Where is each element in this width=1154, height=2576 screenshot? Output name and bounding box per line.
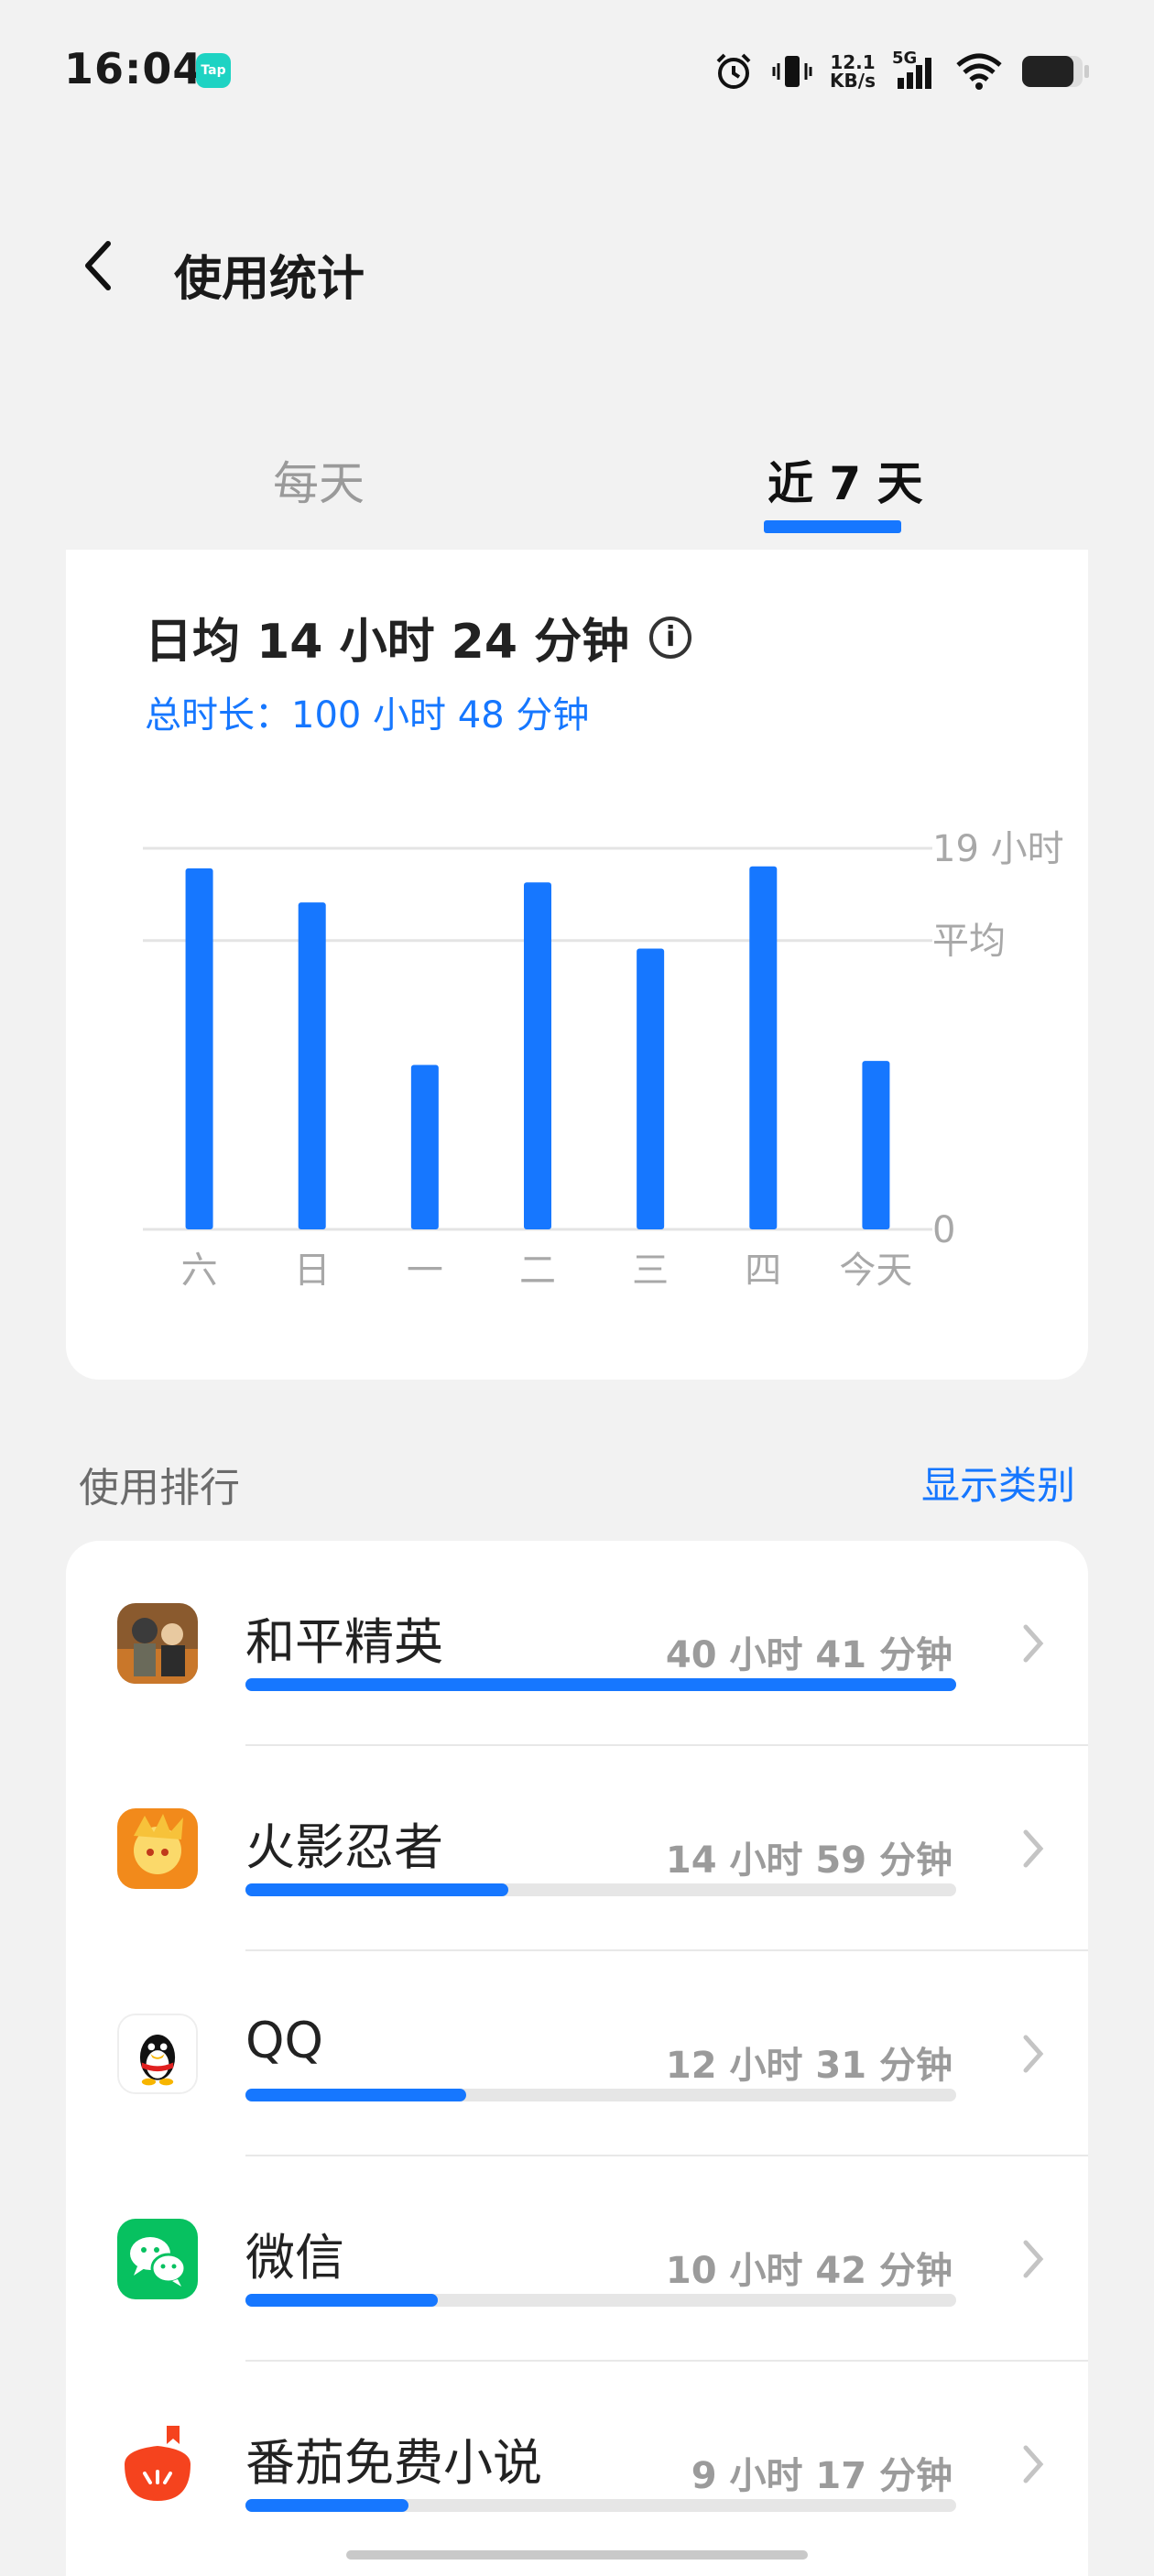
- app-row-wechat[interactable]: 微信 10 小时 42 分钟: [66, 2156, 1088, 2362]
- tab-indicator: [764, 520, 901, 533]
- weekly-bar-chart: 19 小时平均 0 六 日 一 二 三 四 今天: [143, 828, 1064, 1292]
- alarm-icon: [716, 53, 751, 89]
- tab-last-7-days[interactable]: 近 7 天: [768, 447, 923, 513]
- app-usage-time: 9 小时 17 分钟: [691, 2455, 953, 2497]
- usage-bar-fill: [245, 2499, 409, 2512]
- usage-bar-fill: [245, 2294, 438, 2307]
- chevron-left-icon: [85, 241, 111, 290]
- app-name: QQ: [245, 2012, 324, 2069]
- chevron-right-icon: [1023, 1829, 1044, 1868]
- tab-daily[interactable]: 每天: [273, 447, 365, 513]
- qq-icon: [117, 2014, 198, 2094]
- period-tabs: 每天 近 7 天: [0, 431, 1154, 554]
- x-tick-label: 六: [181, 1250, 218, 1292]
- usage-chart-card: 日均 14 小时 24 分钟 i 总时长：100 小时 48 分钟 19 小时平…: [66, 550, 1088, 1380]
- x-tick-label: 二: [519, 1250, 556, 1292]
- ranking-header: 使用排行 显示类别: [0, 1447, 1154, 1521]
- bar-5: [749, 866, 778, 1229]
- usage-bar-fill: [245, 1678, 956, 1691]
- usage-bar: [245, 2499, 956, 2512]
- y-tick-label: 19 小时: [932, 828, 1064, 870]
- y-tick-label: 0: [932, 1209, 955, 1251]
- app-name: 火影忍者: [245, 1818, 443, 1876]
- app-usage-time: 40 小时 41 分钟: [665, 1634, 953, 1676]
- x-tick-label: 今天: [839, 1250, 912, 1292]
- x-tick-label: 一: [407, 1250, 443, 1292]
- app-row-tomato-novel[interactable]: 番茄免费小说 9 小时 17 分钟: [66, 2362, 1088, 2567]
- net-speed: 12.1 KB/s: [830, 51, 876, 92]
- chevron-right-icon: [1023, 2035, 1044, 2073]
- battery-icon: [1022, 56, 1089, 87]
- bar-0: [185, 868, 213, 1229]
- app-usage-time: 10 小时 42 分钟: [665, 2250, 953, 2292]
- y-tick-label: 平均: [932, 921, 1006, 963]
- chevron-right-icon: [1023, 1624, 1044, 1663]
- bar-2: [410, 1064, 439, 1229]
- show-category-link[interactable]: 显示类别: [921, 1455, 1075, 1511]
- app-bar: 使用统计: [0, 211, 1154, 321]
- app-row-naruto[interactable]: 火影忍者 14 小时 59 分钟: [66, 1746, 1088, 1951]
- vibrate-icon: [772, 56, 812, 87]
- app-usage-time: 14 小时 59 分钟: [665, 1839, 953, 1882]
- home-indicator[interactable]: [346, 2550, 808, 2560]
- chevron-right-icon: [1023, 2240, 1044, 2278]
- status-bar: 16:04 Tap 12.1 KB/s 5G: [0, 0, 1154, 137]
- app-name: 番茄免费小说: [245, 2434, 542, 2492]
- app-name: 微信: [245, 2229, 344, 2287]
- bar-4: [637, 948, 665, 1229]
- x-tick-label: 三: [632, 1250, 669, 1292]
- app-row-qq[interactable]: QQ 12 小时 31 分钟: [66, 1951, 1088, 2156]
- app-ranking-list: 和平精英 40 小时 41 分钟 火影忍者 14 小时 59 分钟 QQ 12 …: [66, 1541, 1088, 2576]
- x-tick-label: 四: [745, 1250, 781, 1292]
- signal-icon: 5G: [892, 49, 938, 93]
- app-usage-time: 12 小时 31 分钟: [665, 2045, 953, 2087]
- usage-bar-fill: [245, 2089, 466, 2101]
- app-name: 和平精英: [245, 1613, 443, 1671]
- peace-elite-icon: [117, 1603, 198, 1684]
- page-title: 使用统计: [174, 252, 365, 307]
- bar-1: [298, 902, 326, 1229]
- tomato-novel-icon: [117, 2424, 198, 2505]
- ranking-title: 使用排行: [79, 1465, 240, 1512]
- status-icons: 12.1 KB/s 5G: [713, 44, 1090, 99]
- wifi-icon: [956, 53, 1002, 90]
- naruto-icon: [117, 1808, 198, 1889]
- bar-6: [862, 1061, 890, 1229]
- usage-bar: [245, 2089, 956, 2101]
- bar-3: [524, 882, 551, 1229]
- x-tick-label: 日: [294, 1250, 331, 1292]
- status-time: 16:04: [64, 44, 203, 93]
- usage-bar: [245, 1883, 956, 1896]
- tap-notification-icon: Tap: [196, 53, 231, 88]
- app-row-peace-elite[interactable]: 和平精英 40 小时 41 分钟: [66, 1541, 1088, 1746]
- chevron-right-icon: [1023, 2445, 1044, 2483]
- usage-bar: [245, 1678, 956, 1691]
- back-button[interactable]: [71, 238, 126, 293]
- wechat-icon: [117, 2219, 198, 2299]
- usage-bar-fill: [245, 1883, 509, 1896]
- usage-bar: [245, 2294, 956, 2307]
